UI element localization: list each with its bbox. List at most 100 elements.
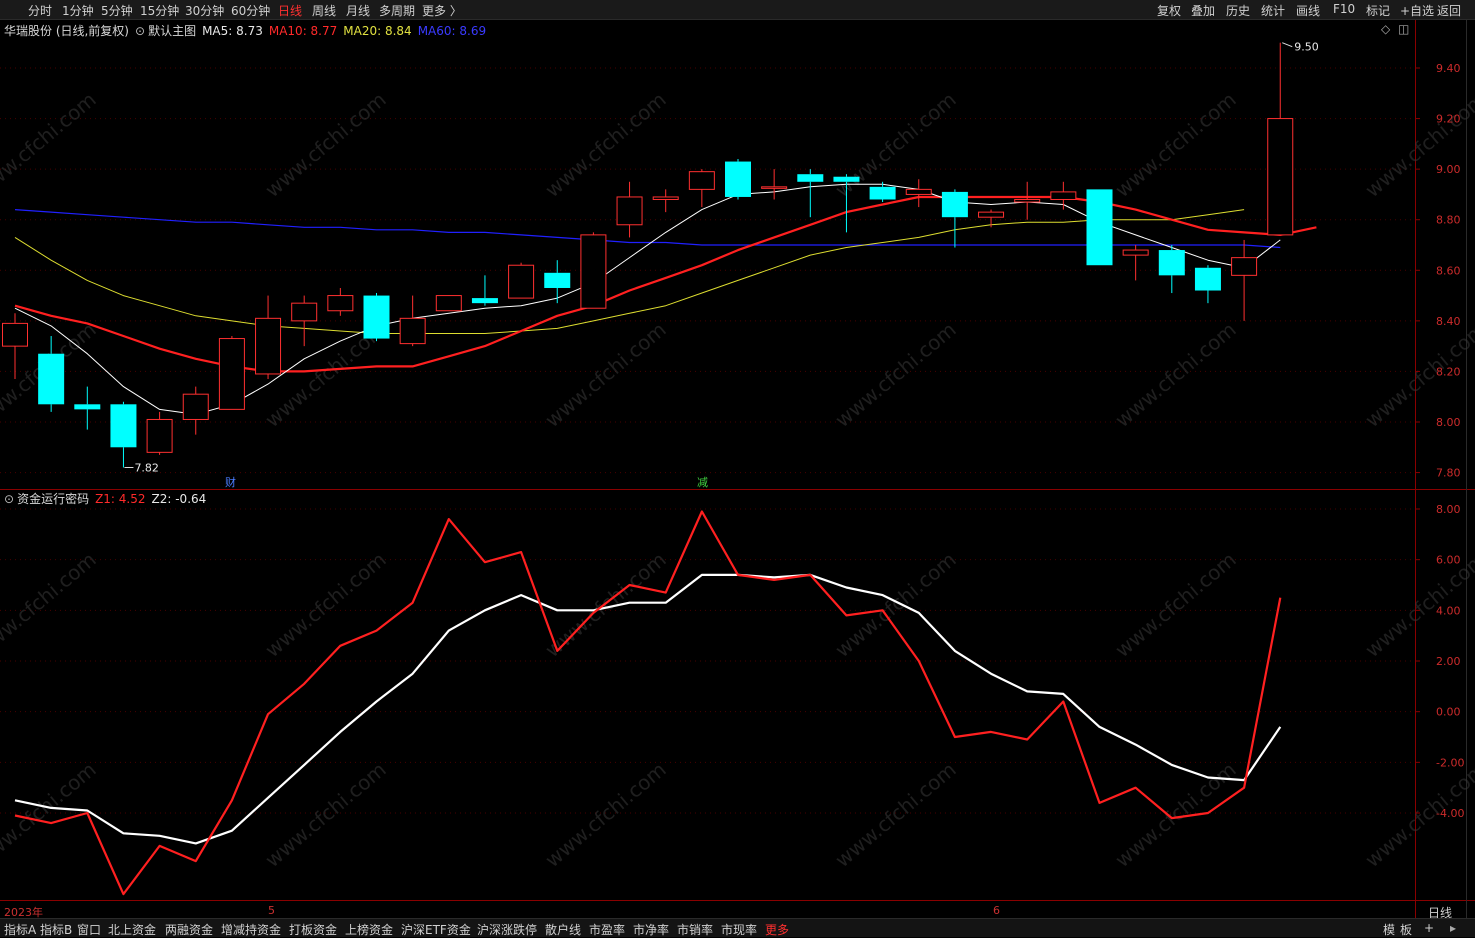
candle-body-up bbox=[978, 211, 1005, 218]
back-button[interactable]: 返回 bbox=[1437, 2, 1461, 19]
price-tick-label: 8.80 bbox=[1436, 214, 1461, 227]
period-tab-60min[interactable]: 60分钟 bbox=[231, 2, 270, 19]
candle-body-down bbox=[941, 191, 968, 218]
x-axis-month-june: 6 bbox=[993, 904, 1000, 917]
template-button[interactable]: 模 bbox=[1383, 921, 1395, 938]
candle-body-up bbox=[580, 234, 607, 309]
adjust-button[interactable]: 复权 bbox=[1157, 2, 1181, 19]
candle-body-up bbox=[399, 317, 426, 345]
price-tick-label: 8.40 bbox=[1436, 315, 1461, 328]
candle-body-down bbox=[363, 295, 390, 339]
chart-background bbox=[0, 20, 1475, 918]
add-tab-button[interactable]: + bbox=[1424, 921, 1434, 935]
candle-body-up bbox=[688, 171, 715, 190]
candle-body-down bbox=[471, 298, 498, 304]
event-marker-reduce: 减 bbox=[697, 476, 708, 489]
tab-pcf-ratio[interactable]: 市现率 bbox=[721, 921, 757, 938]
tab-limit-stats[interactable]: 沪深涨跌停 bbox=[477, 921, 537, 938]
maximize-icon[interactable]: ◫ bbox=[1398, 22, 1409, 36]
candle-body-up bbox=[291, 302, 318, 322]
indicator-tick-label: 0.00 bbox=[1436, 706, 1461, 719]
candle-body-up bbox=[327, 295, 354, 312]
event-marker-finance: 财 bbox=[225, 475, 236, 489]
candle-body-up bbox=[616, 196, 643, 226]
tab-holding-change-funds[interactable]: 增减持资金 bbox=[221, 921, 281, 938]
sub-indicator-name[interactable]: 资金运行密码 bbox=[17, 492, 89, 506]
board-button[interactable]: 板 bbox=[1400, 921, 1412, 938]
indicator-toggle-icon[interactable]: ⊙ bbox=[135, 24, 145, 38]
tab-pe-ratio[interactable]: 市盈率 bbox=[589, 921, 625, 938]
low-price-label: 7.82 bbox=[134, 462, 159, 475]
tab-window[interactable]: 窗口 bbox=[77, 921, 101, 938]
ma60-label: MA60: 8.69 bbox=[417, 24, 487, 38]
candle bbox=[218, 336, 245, 410]
tab-top-list-funds[interactable]: 上榜资金 bbox=[345, 921, 393, 938]
tab-etf-funds[interactable]: 沪深ETF资金 bbox=[401, 921, 471, 938]
period-tab-multi[interactable]: 多周期 bbox=[379, 2, 415, 19]
scroll-right-icon[interactable]: ▸ bbox=[1450, 921, 1456, 935]
x-axis-month-may: 5 bbox=[268, 904, 275, 917]
candle-body-down bbox=[1158, 250, 1185, 276]
price-tick-label: 7.80 bbox=[1436, 467, 1461, 480]
price-tick-label: 9.40 bbox=[1436, 62, 1461, 75]
candle-body-up bbox=[508, 264, 535, 299]
tab-indicator-a[interactable]: 指标A bbox=[4, 921, 36, 938]
chart-grid bbox=[0, 20, 1475, 918]
price-tick-label: 8.00 bbox=[1436, 416, 1461, 429]
candle-body-up bbox=[182, 393, 209, 420]
candle-body-up bbox=[905, 188, 932, 195]
mark-button[interactable]: 标记 bbox=[1366, 2, 1390, 19]
stats-button[interactable]: 统计 bbox=[1261, 2, 1285, 19]
tab-retail-line[interactable]: 散户线 bbox=[545, 921, 581, 938]
period-tab-fenshi[interactable]: 分时 bbox=[28, 2, 52, 19]
period-tab-15min[interactable]: 15分钟 bbox=[140, 2, 179, 19]
tab-margin-funds[interactable]: 两融资金 bbox=[165, 921, 213, 938]
candle bbox=[1086, 189, 1113, 266]
tab-indicator-b[interactable]: 指标B bbox=[40, 921, 72, 938]
z1-label: Z1: 4.52 bbox=[95, 492, 146, 506]
period-tab-daily[interactable]: 日线 bbox=[278, 2, 302, 19]
indicator-tick-label: 6.00 bbox=[1436, 554, 1461, 567]
draw-button[interactable]: 画线 bbox=[1296, 2, 1320, 19]
overlay-button[interactable]: 叠加 bbox=[1191, 2, 1215, 19]
candle-body-down bbox=[1086, 189, 1113, 266]
chart-canvas[interactable]: www.cfchi.com www.cfchi.com www.cfchi.com w… bbox=[0, 20, 1475, 918]
period-tab-monthly[interactable]: 月线 bbox=[346, 2, 370, 19]
main-indicator-name[interactable]: 默认主图 bbox=[148, 24, 196, 38]
indicator-tick-label: 8.00 bbox=[1436, 503, 1461, 516]
high-price-label: 9.50 bbox=[1294, 41, 1319, 54]
indicator-legend: ⊙ 资金运行密码 Z1: 4.52 Z2: -0.64 bbox=[4, 490, 212, 506]
history-button[interactable]: 历史 bbox=[1226, 2, 1250, 19]
candle bbox=[435, 295, 462, 312]
period-tab-more[interactable]: 更多 〉 bbox=[422, 2, 462, 19]
candle-body-down bbox=[38, 353, 65, 405]
candle-body-up bbox=[2, 322, 28, 347]
indicator-toggle-icon[interactable]: ⊙ bbox=[4, 492, 14, 506]
f10-button[interactable]: F10 bbox=[1333, 2, 1355, 16]
price-tick-label: 9.20 bbox=[1436, 113, 1461, 126]
candle-body-up bbox=[146, 418, 173, 453]
candle bbox=[363, 293, 390, 342]
tab-limit-up-funds[interactable]: 打板资金 bbox=[289, 921, 337, 938]
tab-northbound-funds[interactable]: 北上资金 bbox=[108, 921, 156, 938]
period-tab-30min[interactable]: 30分钟 bbox=[185, 2, 224, 19]
period-tab-1min[interactable]: 1分钟 bbox=[62, 2, 94, 19]
stock-title: 华瑞股份 (日线,前复权) bbox=[4, 24, 129, 38]
tab-more[interactable]: 更多 bbox=[765, 921, 789, 938]
candle-body-down bbox=[1194, 267, 1221, 291]
indicator-tick-label: -4.00 bbox=[1436, 807, 1464, 820]
add-watchlist-button[interactable]: +自选 bbox=[1400, 2, 1434, 19]
tab-ps-ratio[interactable]: 市销率 bbox=[677, 921, 713, 938]
candle-body-down bbox=[869, 186, 896, 200]
diamond-icon[interactable]: ◇ bbox=[1381, 22, 1390, 36]
tab-pb-ratio[interactable]: 市净率 bbox=[633, 921, 669, 938]
candle-body-down bbox=[74, 404, 101, 410]
main-chart-legend: 华瑞股份 (日线,前复权) ⊙ 默认主图 MA5: 8.73 MA10: 8.77 MA2… bbox=[4, 22, 492, 38]
candle-body-down bbox=[544, 272, 571, 288]
period-tab-5min[interactable]: 5分钟 bbox=[101, 2, 133, 19]
candle-body-up bbox=[1122, 249, 1149, 256]
candle bbox=[580, 232, 607, 309]
indicator-tick-label: 2.00 bbox=[1436, 655, 1461, 668]
candle-body-up bbox=[435, 295, 462, 312]
period-tab-weekly[interactable]: 周线 bbox=[312, 2, 336, 19]
